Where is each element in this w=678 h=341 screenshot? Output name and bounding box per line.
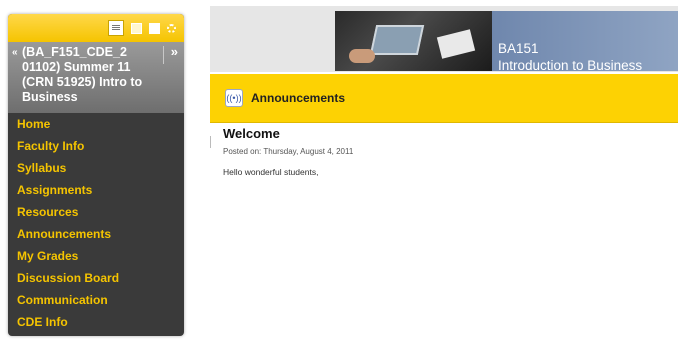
paper-image: [436, 29, 476, 59]
course-title[interactable]: (BA_F151_CDE_2 01102) Summer 11 (CRN 519…: [16, 45, 158, 105]
announcements-header: ((•)) Announcements: [210, 74, 678, 123]
banner-course-code: BA151: [498, 41, 539, 56]
course-menu-toolbar: [8, 14, 184, 42]
course-banner: BA151 Introduction to Business: [210, 6, 678, 73]
menu-item-syllabus[interactable]: Syllabus: [8, 157, 184, 179]
expand-icon[interactable]: »: [171, 44, 178, 59]
list-view-icon[interactable]: [108, 20, 124, 36]
course-menu-list: Home Faculty Info Syllabus Assignments R…: [8, 113, 184, 333]
announcements-title: Announcements: [251, 91, 346, 105]
divider: [163, 46, 164, 64]
announcement-icon: ((•)): [225, 89, 243, 107]
menu-item-assignments[interactable]: Assignments: [8, 179, 184, 201]
settings-icon[interactable]: [167, 23, 176, 33]
menu-item-resources[interactable]: Resources: [8, 201, 184, 223]
banner-photo: [335, 11, 492, 71]
post-heading: Welcome: [223, 126, 280, 141]
banner-course-name: Introduction to Business: [498, 58, 643, 73]
post-date: Posted on: Thursday, August 4, 2011: [223, 147, 354, 156]
course-menu: « (BA_F151_CDE_2 01102) Summer 11 (CRN 5…: [8, 14, 184, 336]
menu-item-discussion-board[interactable]: Discussion Board: [8, 267, 184, 289]
course-title-box: « (BA_F151_CDE_2 01102) Summer 11 (CRN 5…: [8, 42, 184, 113]
collapse-icon[interactable]: «: [12, 45, 18, 60]
menu-item-home[interactable]: Home: [8, 113, 184, 135]
banner-text-panel: BA151 Introduction to Business: [492, 11, 678, 73]
post-body: Hello wonderful students,: [223, 167, 319, 177]
divider: [210, 136, 211, 148]
menu-item-communication[interactable]: Communication: [8, 289, 184, 311]
menu-item-cde-info[interactable]: CDE Info: [8, 311, 184, 333]
laptop-image: [369, 25, 425, 55]
folder-view-icon[interactable]: [131, 22, 142, 34]
window-icon[interactable]: [149, 22, 160, 34]
announcement-post: Welcome Posted on: Thursday, August 4, 2…: [223, 126, 663, 177]
menu-item-my-grades[interactable]: My Grades: [8, 245, 184, 267]
content-area: BA151 Introduction to Business ((•)) Ann…: [210, 6, 678, 341]
hand-image: [349, 49, 375, 63]
menu-item-faculty-info[interactable]: Faculty Info: [8, 135, 184, 157]
menu-item-announcements[interactable]: Announcements: [8, 223, 184, 245]
